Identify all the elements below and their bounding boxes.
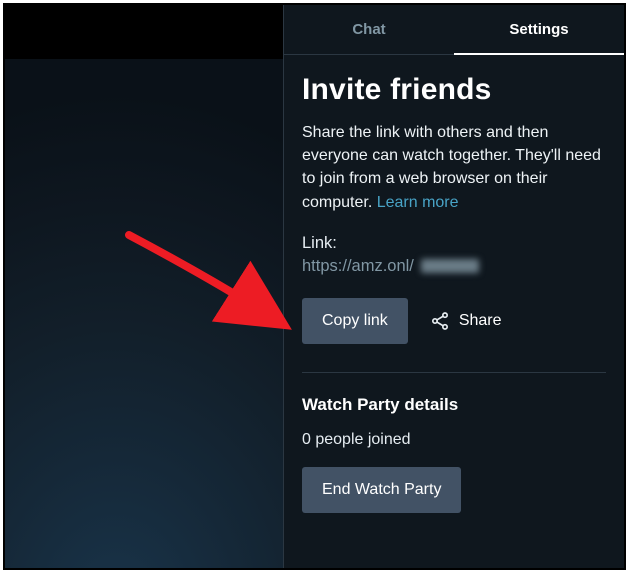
share-icon (430, 311, 450, 331)
invite-description: Share the link with others and then ever… (302, 121, 606, 214)
video-player-area (5, 5, 283, 568)
learn-more-link[interactable]: Learn more (377, 194, 459, 211)
tab-settings[interactable]: Settings (454, 5, 624, 55)
settings-panel: Chat Settings Invite friends Share the l… (283, 5, 624, 568)
link-row: https://amz.onl/ (302, 257, 606, 276)
invite-heading: Invite friends (302, 73, 606, 107)
share-label: Share (459, 312, 502, 330)
video-letterbox-top (5, 5, 283, 59)
link-url-text: https://amz.onl/ (302, 257, 414, 276)
link-label: Link: (302, 234, 606, 253)
joined-count-text: 0 people joined (302, 431, 606, 449)
copy-link-button[interactable]: Copy link (302, 298, 408, 344)
panel-tabs: Chat Settings (284, 5, 624, 55)
link-url-redacted (421, 259, 479, 273)
share-button[interactable]: Share (430, 311, 502, 331)
invite-actions: Copy link Share (302, 298, 606, 344)
end-watch-party-button[interactable]: End Watch Party (302, 467, 461, 513)
details-heading: Watch Party details (302, 395, 606, 415)
tab-chat[interactable]: Chat (284, 5, 454, 54)
section-divider (302, 372, 606, 373)
